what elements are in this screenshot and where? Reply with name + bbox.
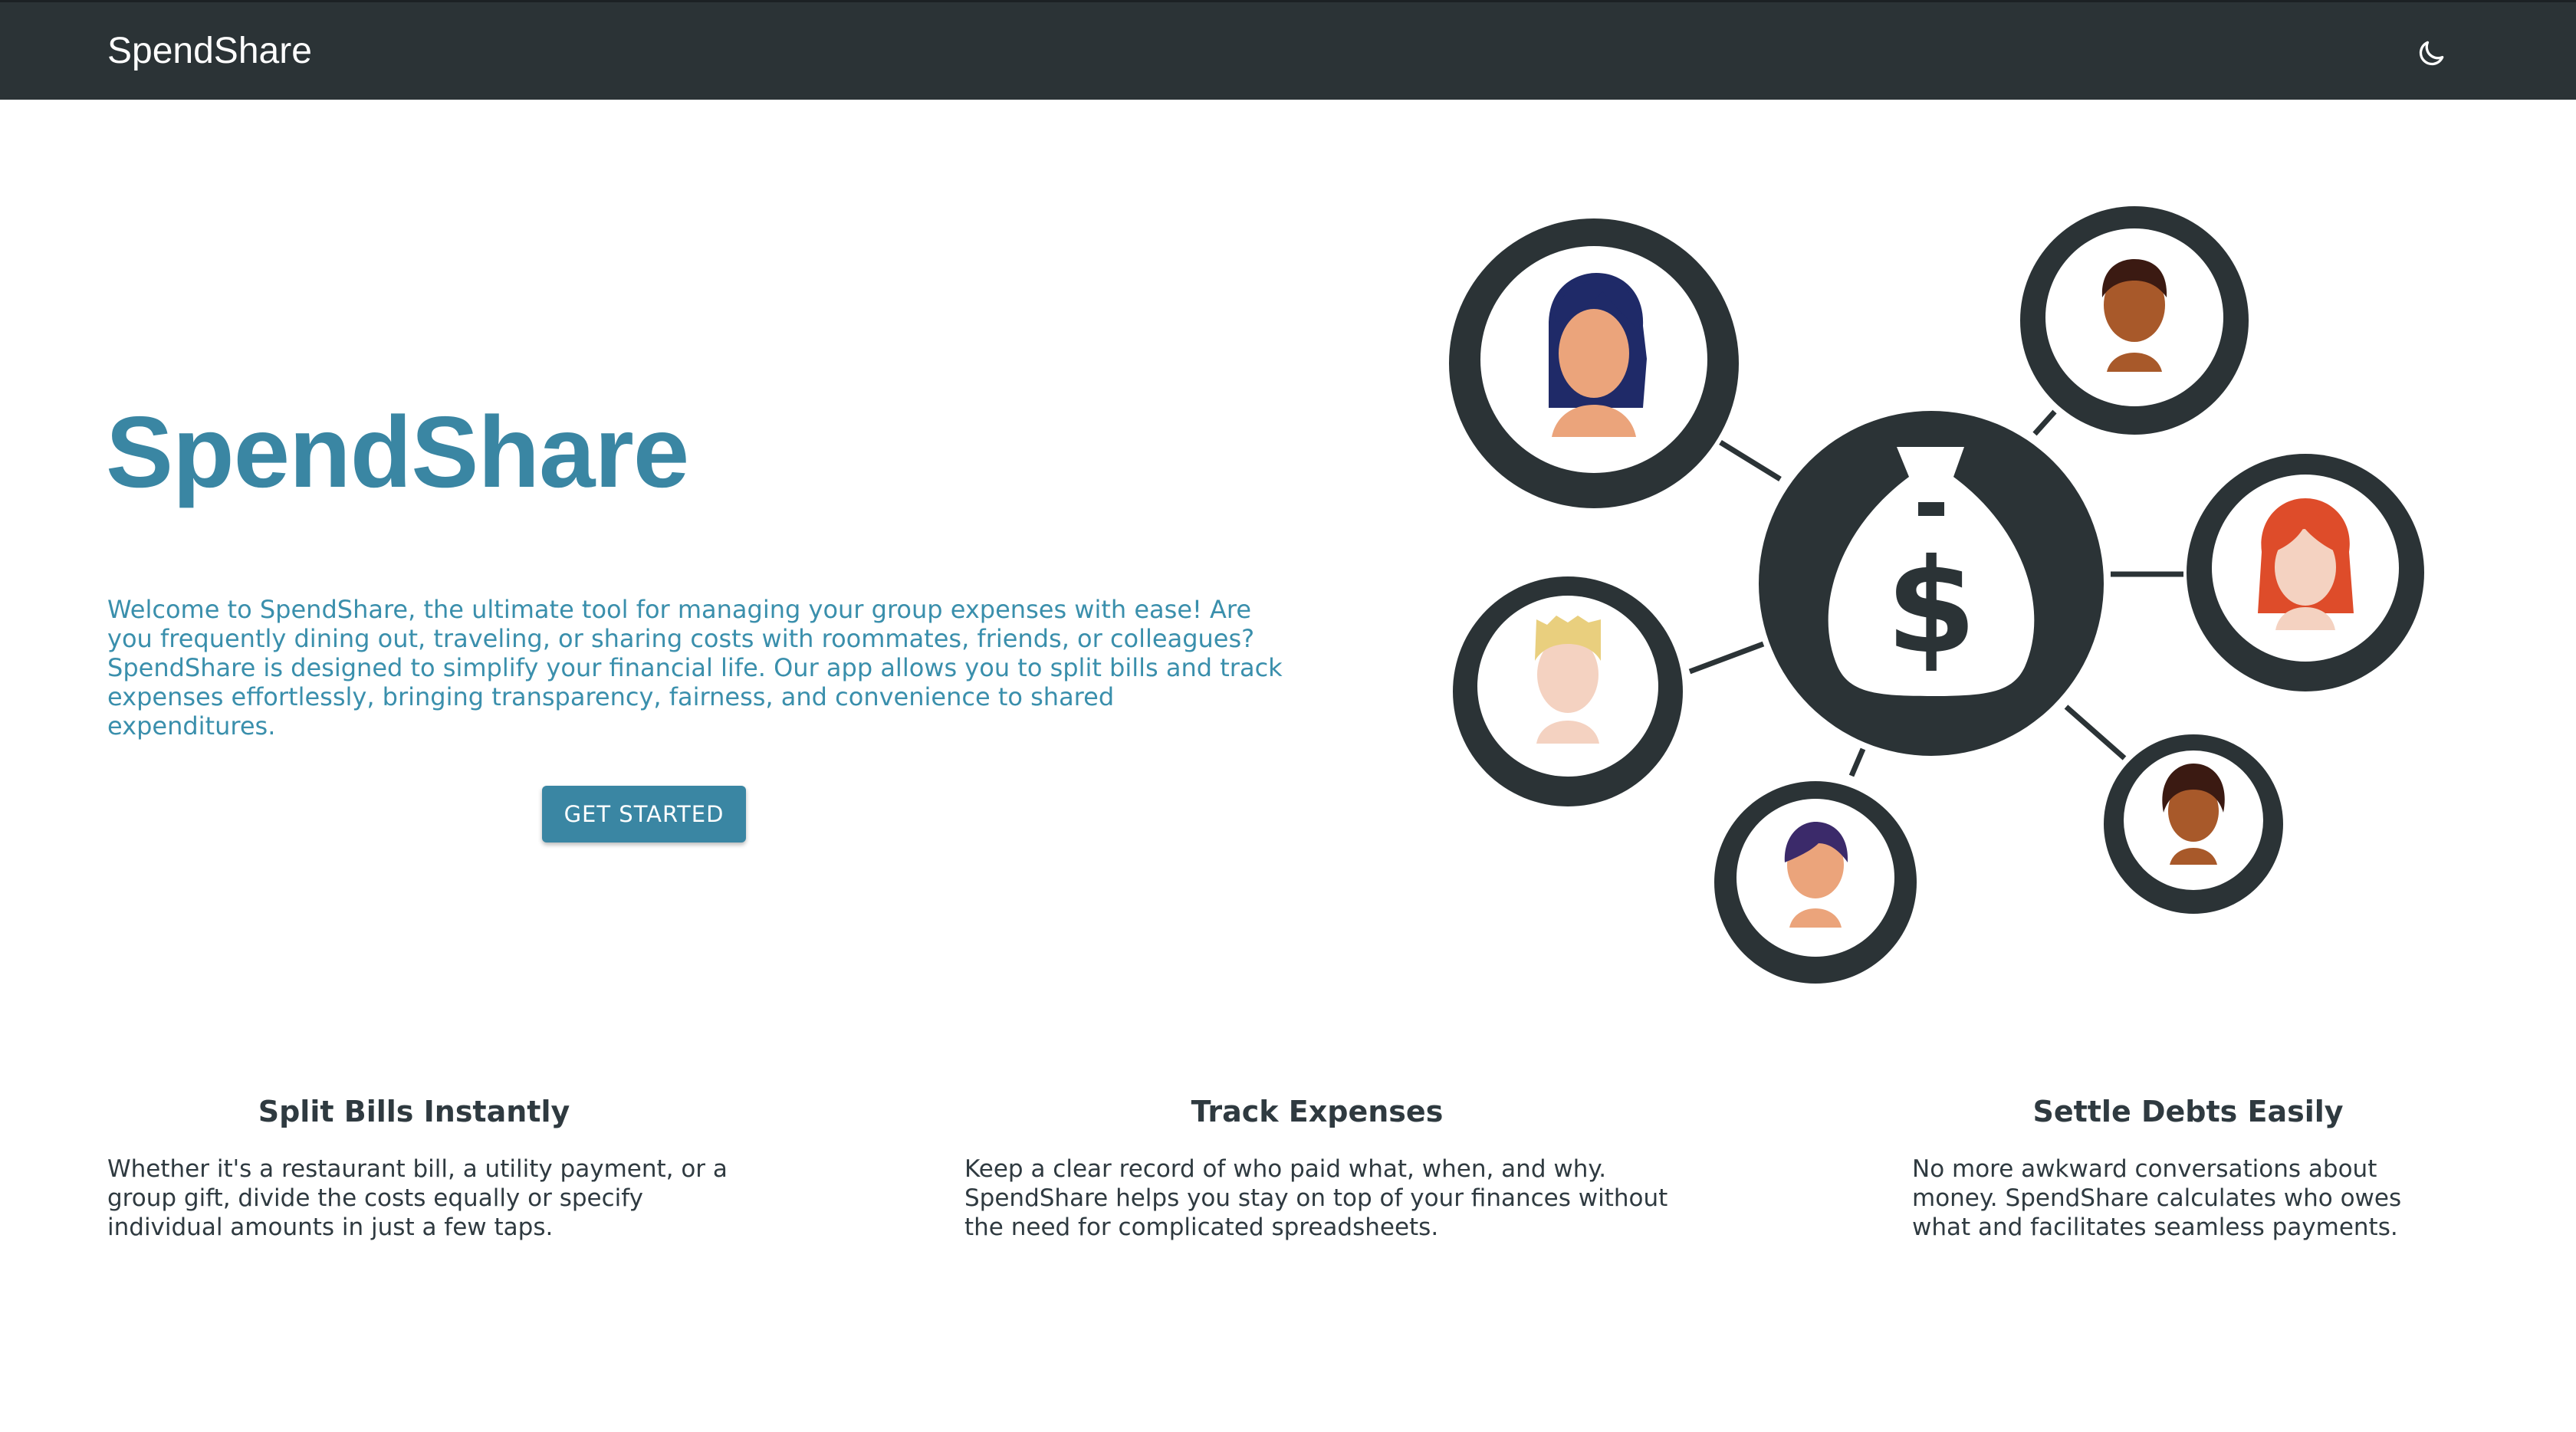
money-bag-icon: $	[1759, 411, 2104, 756]
get-started-button[interactable]: GET STARTED	[542, 786, 746, 842]
hero-title: SpendShare	[106, 396, 689, 508]
feature-text: No more awkward conversations about mone…	[1912, 1155, 2402, 1241]
avatar-man-blond-hair	[1453, 576, 1683, 806]
feature-title: Settle Debts Easily	[2032, 1095, 2344, 1128]
theme-toggle-button[interactable]	[2407, 31, 2455, 76]
avatar-man-dark-short-hair	[2020, 206, 2249, 435]
top-navbar: SpendShare	[0, 0, 2576, 100]
svg-text:$: $	[1886, 531, 1976, 683]
feature-text: Whether it's a restaurant bill, a utilit…	[107, 1155, 728, 1241]
feature-title: Track Expenses	[1191, 1095, 1444, 1128]
feature-track-expenses: Track Expenses Keep a clear record of wh…	[964, 1089, 1685, 1241]
brand-logo-text[interactable]: SpendShare	[107, 28, 312, 74]
feature-text: Keep a clear record of who paid what, wh…	[964, 1155, 1668, 1241]
feature-split-bills: Split Bills Instantly Whether it's a res…	[107, 1089, 751, 1241]
avatar-person-purple-hair	[1714, 781, 1917, 984]
hero-intro-text: Welcome to SpendShare, the ultimate tool…	[107, 595, 1283, 741]
avatar-woman-red-hair	[2187, 454, 2424, 691]
avatar-woman-curly-dark-hair	[2104, 734, 2283, 914]
money-bag-network-illustration: $	[1449, 206, 2424, 984]
feature-settle-debts: Settle Debts Easily No more awkward conv…	[1912, 1089, 2464, 1241]
avatar-woman-navy-hair	[1449, 218, 1739, 508]
feature-title: Split Bills Instantly	[258, 1095, 570, 1128]
moon-icon	[2419, 41, 2444, 66]
